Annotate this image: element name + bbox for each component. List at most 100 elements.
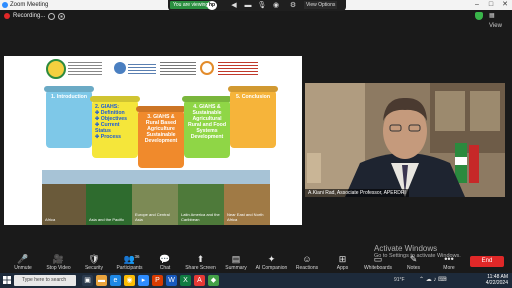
- reactions-button[interactable]: ☺ Reactions: [288, 254, 326, 271]
- region-photo: Africa: [42, 170, 86, 225]
- settings-icon[interactable]: ⚙: [288, 1, 298, 10]
- weather-temperature[interactable]: 91°F: [394, 277, 405, 283]
- powerpoint-icon[interactable]: P: [152, 275, 163, 286]
- shared-screen: 1. Introduction 2. GIAHS: ✤ Definition ✤ …: [4, 56, 302, 225]
- region-caption: Latin America and the Caribbean: [181, 212, 220, 222]
- region-caption: Europe and Central Asia: [135, 212, 170, 222]
- reactions-label: Reactions: [295, 265, 319, 271]
- agenda-card: 5. Conclusion: [228, 86, 278, 148]
- apps-label: Apps: [336, 265, 349, 271]
- unmute-button[interactable]: 🎤 Unmute: [4, 254, 42, 271]
- participants-label: Participants: [116, 265, 143, 271]
- encryption-shield-icon[interactable]: [475, 12, 483, 20]
- chat-label: Chat: [159, 265, 171, 271]
- region-photo-strip: Africa Asia and the Pacific Europe and Cen…: [42, 170, 270, 225]
- region-photo: Asia and the Pacific: [86, 170, 132, 225]
- agenda-card: 2. GIAHS: ✤ Definition ✤ Objectives ✤ Cu…: [90, 96, 140, 158]
- chat-button[interactable]: 💬 Chat: [146, 254, 184, 271]
- excel-icon[interactable]: X: [180, 275, 191, 286]
- cirdap-text-logo: [218, 62, 258, 76]
- scroll-curl: [136, 106, 186, 112]
- apps-button[interactable]: ⊞ Apps: [324, 254, 362, 271]
- taskbar-clock[interactable]: 11:48 AM 4/22/2024: [480, 274, 508, 286]
- notes-button[interactable]: ✎ Notes: [395, 254, 433, 271]
- slide-content: 1. Introduction 2. GIAHS: ✤ Definition ✤ …: [42, 82, 278, 225]
- volume-icon[interactable]: ◀: [229, 1, 239, 10]
- stop-video-label: Stop Video: [46, 265, 71, 271]
- unmute-label: Unmute: [14, 265, 32, 271]
- mute-icon[interactable]: ▬: [243, 1, 253, 10]
- recording-indicator: Recording...: [4, 11, 66, 21]
- end-meeting-button[interactable]: End: [470, 256, 504, 267]
- zoom-taskbar-icon[interactable]: ▸: [138, 275, 149, 286]
- security-icon: 🛡: [88, 254, 100, 264]
- hp-logo: hp: [207, 1, 217, 10]
- mic-icon[interactable]: 🎙: [257, 1, 267, 10]
- agenda-card: 4. GIAHS & Sustainable Agricultural Rura…: [182, 96, 232, 158]
- scroll-curl: [44, 86, 94, 92]
- summary-icon: ▤: [231, 254, 241, 264]
- scroll-curl: [182, 96, 232, 102]
- stop-video-icon: 🎥: [52, 254, 65, 264]
- ai-companion-label: AI Companion: [255, 265, 288, 271]
- more-icon: •••: [444, 254, 454, 264]
- stop-video-button[interactable]: 🎥 Stop Video: [40, 254, 78, 271]
- file-explorer-icon[interactable]: ▬: [96, 275, 107, 286]
- speaker-video-frame: [305, 83, 505, 197]
- maximize-icon[interactable]: □: [484, 0, 498, 10]
- notes-icon: ✎: [409, 254, 418, 264]
- camera-icon[interactable]: ◉: [271, 1, 281, 10]
- edge-icon[interactable]: e: [110, 275, 121, 286]
- app-icon[interactable]: ◆: [208, 275, 219, 286]
- giahs-logo: [160, 62, 196, 76]
- slide-logo-strip: [42, 56, 270, 82]
- region-photo: Europe and Central Asia: [132, 170, 178, 225]
- speaker-video[interactable]: [305, 83, 505, 197]
- security-button[interactable]: 🛡 Security: [75, 254, 113, 271]
- activate-windows-title: Activate Windows: [374, 244, 438, 253]
- tray-icons[interactable]: ⌃ ☁ ♪ ⌨: [419, 276, 447, 283]
- security-label: Security: [84, 265, 104, 271]
- windows-start-icon[interactable]: [3, 276, 11, 284]
- window-title: Zoom Meeting: [10, 2, 49, 8]
- pause-recording-button[interactable]: [48, 12, 56, 20]
- unmute-icon: 🎤: [17, 254, 29, 264]
- share-screen-icon: ⬆: [196, 254, 205, 264]
- minimize-icon[interactable]: –: [470, 0, 484, 10]
- close-icon[interactable]: ✕: [498, 0, 512, 10]
- view-toggle-button[interactable]: ▦ View: [489, 11, 509, 29]
- whiteboards-icon: ▭: [373, 254, 383, 264]
- stop-recording-button[interactable]: [58, 12, 66, 20]
- cirdap-logo: [200, 61, 214, 75]
- ai-companion-button[interactable]: ✦ AI Companion: [253, 254, 291, 271]
- fao-text-logo: [128, 64, 156, 74]
- summary-label: Summary: [225, 265, 247, 271]
- task-view-icon[interactable]: ▣: [82, 275, 93, 286]
- region-photo: Near East and North Africa: [224, 170, 270, 225]
- apps-icon: ⊞: [338, 254, 347, 264]
- notes-label: Notes: [406, 265, 421, 271]
- summary-button[interactable]: ▤ Summary: [217, 254, 255, 271]
- more-button[interactable]: ••• More: [430, 254, 468, 271]
- agenda-card: 3. GIAHS & Rural Based Agriculture Susta…: [136, 106, 186, 168]
- org-text-logo: [68, 62, 102, 76]
- scroll-curl: [228, 86, 278, 92]
- record-icon: [4, 13, 10, 19]
- zoom-app-icon: [2, 2, 8, 8]
- clock-date: 4/22/2024: [485, 280, 508, 286]
- participant-count-badge: 36: [134, 254, 140, 259]
- view-options-button[interactable]: View Options: [304, 1, 338, 9]
- fao-logo: [114, 62, 126, 74]
- chat-icon: 💬: [159, 254, 171, 264]
- acrobat-icon[interactable]: A: [194, 275, 205, 286]
- share-screen-label: Share Screen: [185, 265, 216, 271]
- word-icon[interactable]: W: [166, 275, 177, 286]
- speaker-name-label: A.Kiani Rad, Associate Professor, APERDR…: [305, 189, 409, 197]
- participants-button[interactable]: 👥 Participants 36: [111, 254, 149, 271]
- taskbar-search-input[interactable]: Type here to search: [14, 275, 76, 286]
- whiteboards-button[interactable]: ▭ Whiteboards: [359, 254, 397, 271]
- region-caption: Asia and the Pacific: [89, 216, 125, 222]
- scroll-curl: [90, 96, 140, 102]
- share-screen-button[interactable]: ⬆ Share Screen: [182, 254, 220, 271]
- chrome-icon[interactable]: ◉: [124, 275, 135, 286]
